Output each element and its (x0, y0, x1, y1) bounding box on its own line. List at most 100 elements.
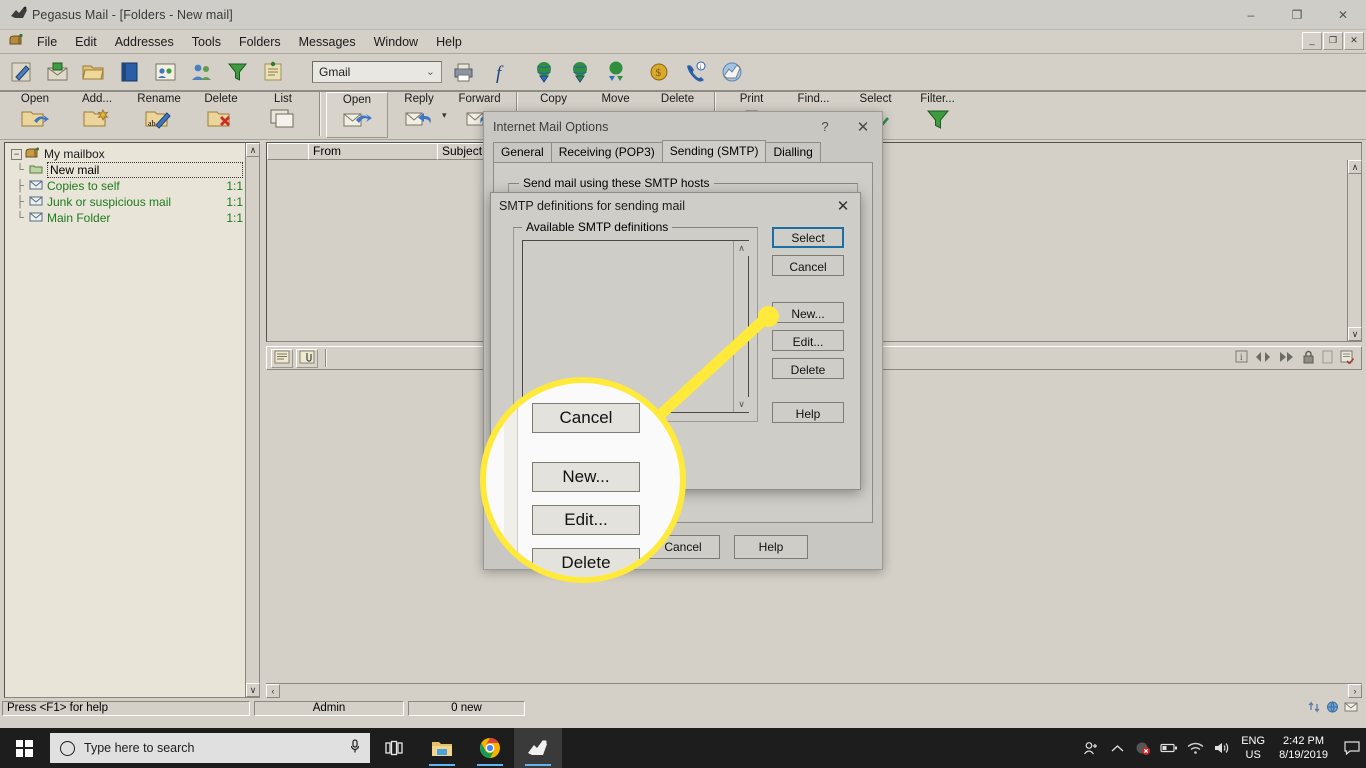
menu-addresses[interactable]: Addresses (106, 32, 183, 52)
magnified-new-button[interactable]: New... (532, 462, 640, 492)
magnified-edit-button[interactable]: Edit... (532, 505, 640, 535)
scroll-right-icon[interactable]: › (1348, 684, 1362, 698)
message-view-icon[interactable] (271, 348, 293, 368)
magnified-delete-button[interactable]: Delete (532, 548, 640, 577)
addressbook-icon[interactable] (114, 56, 146, 88)
scroll-down-icon[interactable]: ∨ (1348, 327, 1362, 341)
help-button[interactable]: ? (806, 112, 844, 141)
folder-list-button[interactable]: List (252, 92, 314, 138)
lock-icon[interactable] (1302, 350, 1315, 367)
mdi-restore-button[interactable]: ❐ (1323, 32, 1343, 50)
help-button[interactable]: Help (734, 535, 808, 559)
read-new-mail-icon[interactable] (42, 56, 74, 88)
people-icon[interactable] (1078, 728, 1104, 768)
file-explorer-icon[interactable] (418, 728, 466, 768)
tab-dialling[interactable]: Dialling (765, 142, 821, 162)
tree-row-copies-to-self[interactable]: ├ Copies to self 1:1 (9, 178, 257, 194)
column-header-flags[interactable] (267, 143, 309, 160)
scroll-up-icon[interactable]: ∧ (246, 143, 260, 157)
page-icon[interactable] (1321, 350, 1334, 367)
attachment-view-icon[interactable] (296, 348, 318, 368)
message-open-button[interactable]: Open (326, 92, 388, 138)
menu-edit[interactable]: Edit (66, 32, 106, 52)
message-list-scrollbar[interactable]: ∧ ∨ (1347, 160, 1362, 341)
menu-folders[interactable]: Folders (230, 32, 290, 52)
magnified-cancel-button[interactable]: Cancel (532, 403, 640, 433)
pegasus-logo-icon[interactable] (716, 56, 748, 88)
billing-icon[interactable]: $ (644, 56, 676, 88)
tree-row-root[interactable]: − My mailbox (9, 146, 257, 162)
antivirus-icon[interactable] (1130, 728, 1156, 768)
menu-tools[interactable]: Tools (183, 32, 230, 52)
filter-button[interactable]: Filter... (907, 92, 969, 138)
task-view-icon[interactable] (370, 728, 418, 768)
folders-icon[interactable] (78, 56, 110, 88)
chrome-icon[interactable] (466, 728, 514, 768)
message-reply-button[interactable]: Reply (388, 92, 450, 138)
about-icon[interactable]: i (680, 56, 712, 88)
folder-add-button[interactable]: Add... (66, 92, 128, 138)
checked-message-icon[interactable] (1340, 350, 1355, 367)
tab-sending-smtp[interactable]: Sending (SMTP) (661, 140, 767, 162)
prev-next-icon[interactable] (1254, 351, 1272, 366)
filters-icon[interactable] (222, 56, 254, 88)
send-receive-icon[interactable] (600, 56, 632, 88)
reply-dropdown-caret[interactable]: ▾ (442, 110, 447, 121)
print-icon[interactable] (448, 56, 480, 88)
receive-mail-icon[interactable] (564, 56, 596, 88)
folder-tree-scrollbar[interactable]: ∧ ∨ (245, 143, 260, 697)
tree-row-junk-mail[interactable]: ├ Junk or suspicious mail 1:1 (9, 194, 257, 210)
menu-window[interactable]: Window (365, 32, 427, 52)
maximize-restore-button[interactable]: ❐ (1274, 0, 1320, 30)
info-icon[interactable]: i (1235, 350, 1248, 366)
listbox-scrollbar[interactable]: ∧ ∨ (733, 241, 749, 412)
new-message-icon[interactable] (6, 56, 38, 88)
fast-forward-icon[interactable] (1278, 351, 1296, 366)
delete-button[interactable]: Delete (772, 358, 844, 379)
tab-general[interactable]: General (493, 142, 552, 162)
scroll-up-icon[interactable]: ∧ (734, 241, 749, 256)
collapse-icon[interactable]: − (11, 148, 22, 160)
help-button[interactable]: Help (772, 402, 844, 423)
clock[interactable]: 2:42 PM 8/19/2019 (1272, 728, 1338, 768)
mdi-minimize-button[interactable]: _ (1302, 32, 1322, 50)
close-icon[interactable]: ✕ (826, 193, 860, 218)
pegasus-mail-icon[interactable] (514, 728, 562, 768)
volume-icon[interactable] (1208, 728, 1234, 768)
tree-row-new-mail[interactable]: └ New mail (9, 162, 257, 178)
search-input[interactable]: Type here to search (50, 733, 370, 763)
minimize-button[interactable]: – (1228, 0, 1274, 30)
close-icon[interactable]: ✕ (844, 112, 882, 141)
scroll-up-icon[interactable]: ∧ (1348, 160, 1362, 174)
language-indicator[interactable]: ENG US (1234, 728, 1272, 768)
identity-select[interactable]: Gmail ⌄ (312, 61, 442, 83)
column-header-from[interactable]: From (308, 143, 438, 160)
notepad-icon[interactable] (258, 56, 290, 88)
scroll-down-icon[interactable]: ∨ (246, 683, 260, 697)
menu-messages[interactable]: Messages (290, 32, 365, 52)
action-center-icon[interactable] (1338, 728, 1366, 768)
scroll-down-icon[interactable]: ∨ (734, 397, 749, 412)
select-button[interactable]: Select (772, 227, 844, 248)
distribution-lists-icon[interactable] (150, 56, 182, 88)
menu-file[interactable]: File (28, 32, 66, 52)
folder-rename-button[interactable]: Rename ab (128, 92, 190, 138)
tree-row-main-folder[interactable]: └ Main Folder 1:1 (9, 210, 257, 226)
preview-horizontal-scrollbar[interactable]: ‹ › (266, 683, 1362, 698)
menu-help[interactable]: Help (427, 32, 471, 52)
contacts-icon[interactable] (186, 56, 218, 88)
scroll-left-icon[interactable]: ‹ (266, 684, 280, 698)
folder-delete-button[interactable]: Delete (190, 92, 252, 138)
folder-open-button[interactable]: Open (4, 92, 66, 138)
send-mail-icon[interactable] (528, 56, 560, 88)
cancel-button[interactable]: Cancel (772, 255, 844, 276)
tab-receiving-pop3[interactable]: Receiving (POP3) (550, 142, 663, 162)
mdi-close-button[interactable]: ✕ (1344, 32, 1364, 50)
wifi-icon[interactable] (1182, 728, 1208, 768)
edit-button[interactable]: Edit... (772, 330, 844, 351)
new-button[interactable]: New... (772, 302, 844, 323)
start-button[interactable] (0, 728, 48, 768)
close-button[interactable]: ✕ (1320, 0, 1366, 30)
battery-icon[interactable] (1156, 728, 1182, 768)
font-icon[interactable]: f (484, 56, 516, 88)
